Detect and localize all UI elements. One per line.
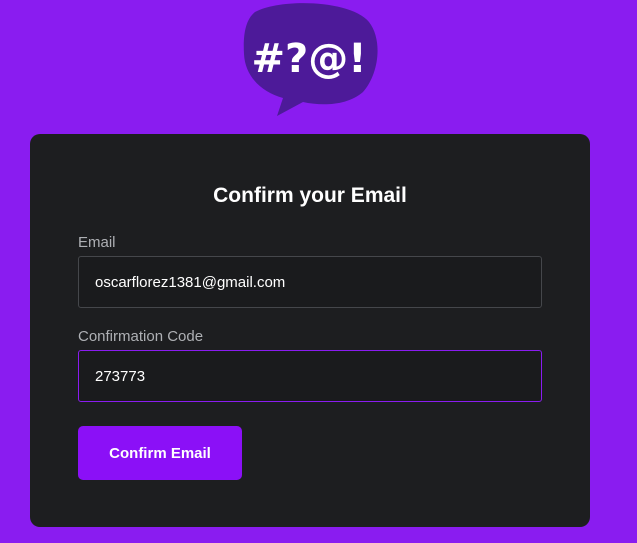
page-title: Confirm your Email (213, 184, 407, 207)
app-logo: #?@! (241, 2, 381, 118)
confirmation-code-label: Confirmation Code (78, 328, 204, 345)
speech-bubble-logo-icon: #?@! (243, 3, 378, 117)
email-field[interactable] (78, 256, 542, 308)
email-label: Email (78, 234, 116, 251)
logo-text: #?@! (252, 36, 367, 82)
confirm-email-button[interactable]: Confirm Email (78, 426, 242, 480)
confirm-email-card: Confirm your Email Email Confirmation Co… (30, 134, 590, 527)
confirmation-code-field[interactable] (78, 350, 542, 402)
